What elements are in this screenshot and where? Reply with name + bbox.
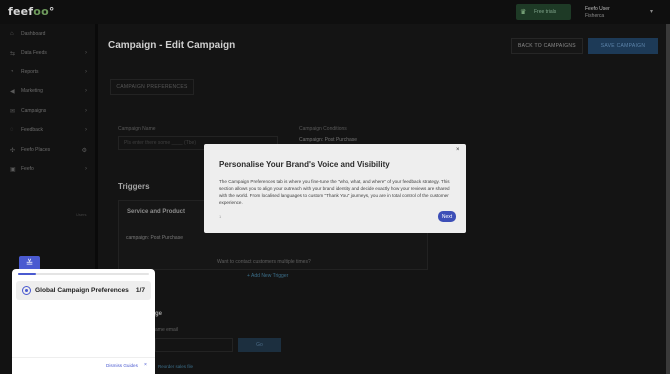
chevron-right-icon: ›	[85, 69, 87, 75]
service-product-value: campaign: Post Purchase	[126, 235, 183, 241]
save-campaign-button[interactable]: SAVE CAMPAIGN	[588, 38, 658, 54]
sidebar-item-feefo-places[interactable]: ✣ Feefo Places ⚙	[0, 143, 96, 157]
top-bar: feefoo° ♛ Free trials Feefo User Fisherc…	[0, 0, 670, 24]
sidebar-item-label: Marketing	[21, 88, 43, 94]
sidebar-item-dashboard[interactable]: ⌂ Dashboard	[0, 27, 96, 41]
guide-collapse-button[interactable]: ≚	[19, 256, 40, 270]
sidebar-item-label: Data Feeds	[21, 50, 47, 56]
sidebar-item-label: Reports	[21, 69, 39, 75]
sidebar-item-marketing[interactable]: ◀ Marketing ›	[0, 84, 96, 98]
sidebar-item-feefo[interactable]: ▣ Feefo ›	[0, 162, 96, 176]
close-icon[interactable]: ×	[144, 362, 147, 368]
guide-progress-fill	[18, 273, 37, 275]
mail-icon: ✉	[10, 108, 16, 115]
next-button[interactable]: Next	[438, 211, 456, 222]
main-scrollbar[interactable]	[666, 24, 670, 374]
sidebar-footer-text: Users	[76, 212, 87, 217]
sidebar-item-label: Dashboard	[21, 31, 46, 37]
chevron-right-icon: ›	[85, 50, 87, 56]
sidebar-item-label: Feefo	[21, 166, 34, 172]
campaign-conditions-label: Campaign Conditions	[299, 126, 347, 132]
sidebar-item-label: Feedback	[21, 127, 43, 133]
chevron-right-icon: ›	[85, 166, 87, 172]
guides-panel: Global Campaign Preferences 1/7 Dismiss …	[12, 269, 155, 374]
guide-footer: Dismiss Guides ×	[12, 357, 155, 374]
tab-campaign-preferences[interactable]: CAMPAIGN PREFERENCES	[110, 79, 194, 95]
chevrons-down-icon: ≚	[25, 257, 34, 268]
guide-progress-bar	[18, 273, 149, 275]
service-product-heading: Service and Product	[127, 209, 186, 215]
sidebar-item-data-feeds[interactable]: ⇆ Data Feeds ›	[0, 46, 96, 60]
close-icon[interactable]: ×	[456, 147, 460, 153]
campaign-conditions-value: Campaign: Post Purchase	[299, 137, 358, 143]
user-name: Feefo User	[585, 6, 610, 12]
guide-item-global-campaign-preferences[interactable]: Global Campaign Preferences 1/7	[16, 281, 151, 300]
radio-icon	[22, 286, 31, 295]
feed-icon: ⇆	[10, 50, 16, 57]
lower-section-label: ame email	[155, 327, 179, 333]
sidebar-item-label: Campaigns	[21, 108, 47, 114]
dismiss-guides-link[interactable]: Dismiss Guides	[106, 363, 138, 368]
modal-title: Personalise Your Brand's Voice and Visib…	[219, 160, 390, 169]
chevron-right-icon: ›	[85, 127, 87, 133]
guide-item-label: Global Campaign Preferences	[35, 287, 129, 294]
lower-section-heading: ge	[155, 311, 163, 317]
modal-step-indicator: 1	[219, 214, 222, 219]
chevron-down-icon[interactable]: ▾	[650, 8, 653, 15]
campaign-name-label: Campaign Name	[118, 126, 156, 132]
sidebar-item-label: Feefo Places	[21, 147, 51, 153]
home-icon: ⌂	[10, 31, 14, 37]
chevron-right-icon: ›	[85, 108, 87, 114]
sidebar-item-feedback[interactable]: ◌ Feedback ›	[0, 123, 96, 137]
guide-item-count: 1/7	[135, 287, 145, 294]
feefo-icon: ▣	[10, 166, 16, 173]
free-trials-button[interactable]: ♛ Free trials	[516, 4, 571, 20]
pin-icon: ✣	[10, 147, 16, 154]
free-trials-label: Free trials	[534, 9, 557, 15]
comment-icon: ◌	[10, 127, 14, 133]
feefo-logo[interactable]: feefoo°	[8, 5, 55, 18]
lower-email-input[interactable]	[155, 338, 233, 352]
back-to-campaigns-button[interactable]: BACK TO CAMPAIGNS	[511, 38, 583, 54]
user-menu[interactable]: Feefo User Fisherca	[585, 6, 610, 20]
trophy-icon: ♛	[520, 9, 527, 16]
chart-icon: ◔	[10, 69, 14, 75]
sidebar-item-campaigns[interactable]: ✉ Campaigns ›	[0, 104, 96, 118]
megaphone-icon: ◀	[10, 88, 15, 95]
triggers-heading: Triggers	[118, 182, 150, 191]
reorder-sales-file-link[interactable]: Reorder sales file	[158, 364, 193, 369]
add-new-trigger-link[interactable]: + Add New Trigger	[247, 273, 288, 279]
modal-body: The Campaign Preferences tab is where yo…	[219, 179, 450, 205]
chevron-right-icon: ›	[85, 88, 87, 94]
guide-modal: × Personalise Your Brand's Voice and Vis…	[204, 144, 466, 233]
user-role: Fisherca	[585, 13, 605, 19]
gear-icon: ⚙	[81, 147, 87, 154]
multiple-times-text: Want to contact customers multiple times…	[217, 259, 311, 265]
go-button[interactable]: Go	[238, 338, 281, 352]
page-title: Campaign - Edit Campaign	[108, 40, 236, 51]
sidebar-item-reports[interactable]: ◔ Reports ›	[0, 65, 96, 79]
